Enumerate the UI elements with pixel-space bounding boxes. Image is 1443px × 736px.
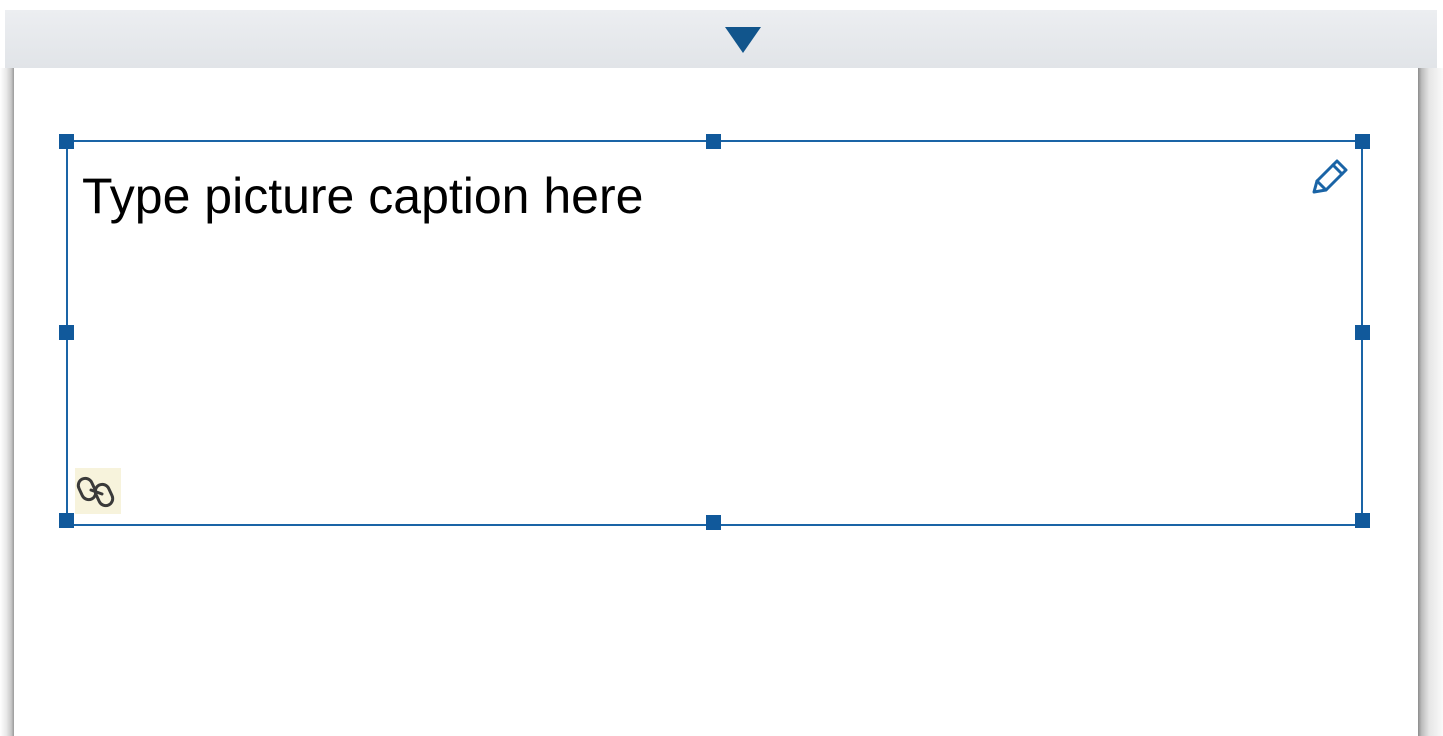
page-shadow-left (0, 68, 14, 736)
resize-handle-bottom-center[interactable] (706, 515, 721, 530)
triangle-down-icon[interactable] (725, 27, 761, 53)
resize-handle-top-center[interactable] (706, 134, 721, 149)
resize-handle-middle-left[interactable] (59, 325, 74, 340)
resize-handle-top-left[interactable] (59, 134, 74, 149)
page-shadow-right (1418, 68, 1443, 736)
resize-handle-middle-right[interactable] (1355, 325, 1370, 340)
document-view: Type picture caption here (0, 0, 1443, 736)
caption-placeholder-text[interactable]: Type picture caption here (82, 168, 643, 224)
resize-handle-top-right[interactable] (1355, 134, 1370, 149)
resize-handle-bottom-right[interactable] (1355, 513, 1370, 528)
pencil-icon[interactable] (1306, 152, 1352, 198)
resize-handle-bottom-left[interactable] (59, 513, 74, 528)
link-icon[interactable] (75, 468, 121, 514)
page-top-bar (5, 10, 1437, 68)
